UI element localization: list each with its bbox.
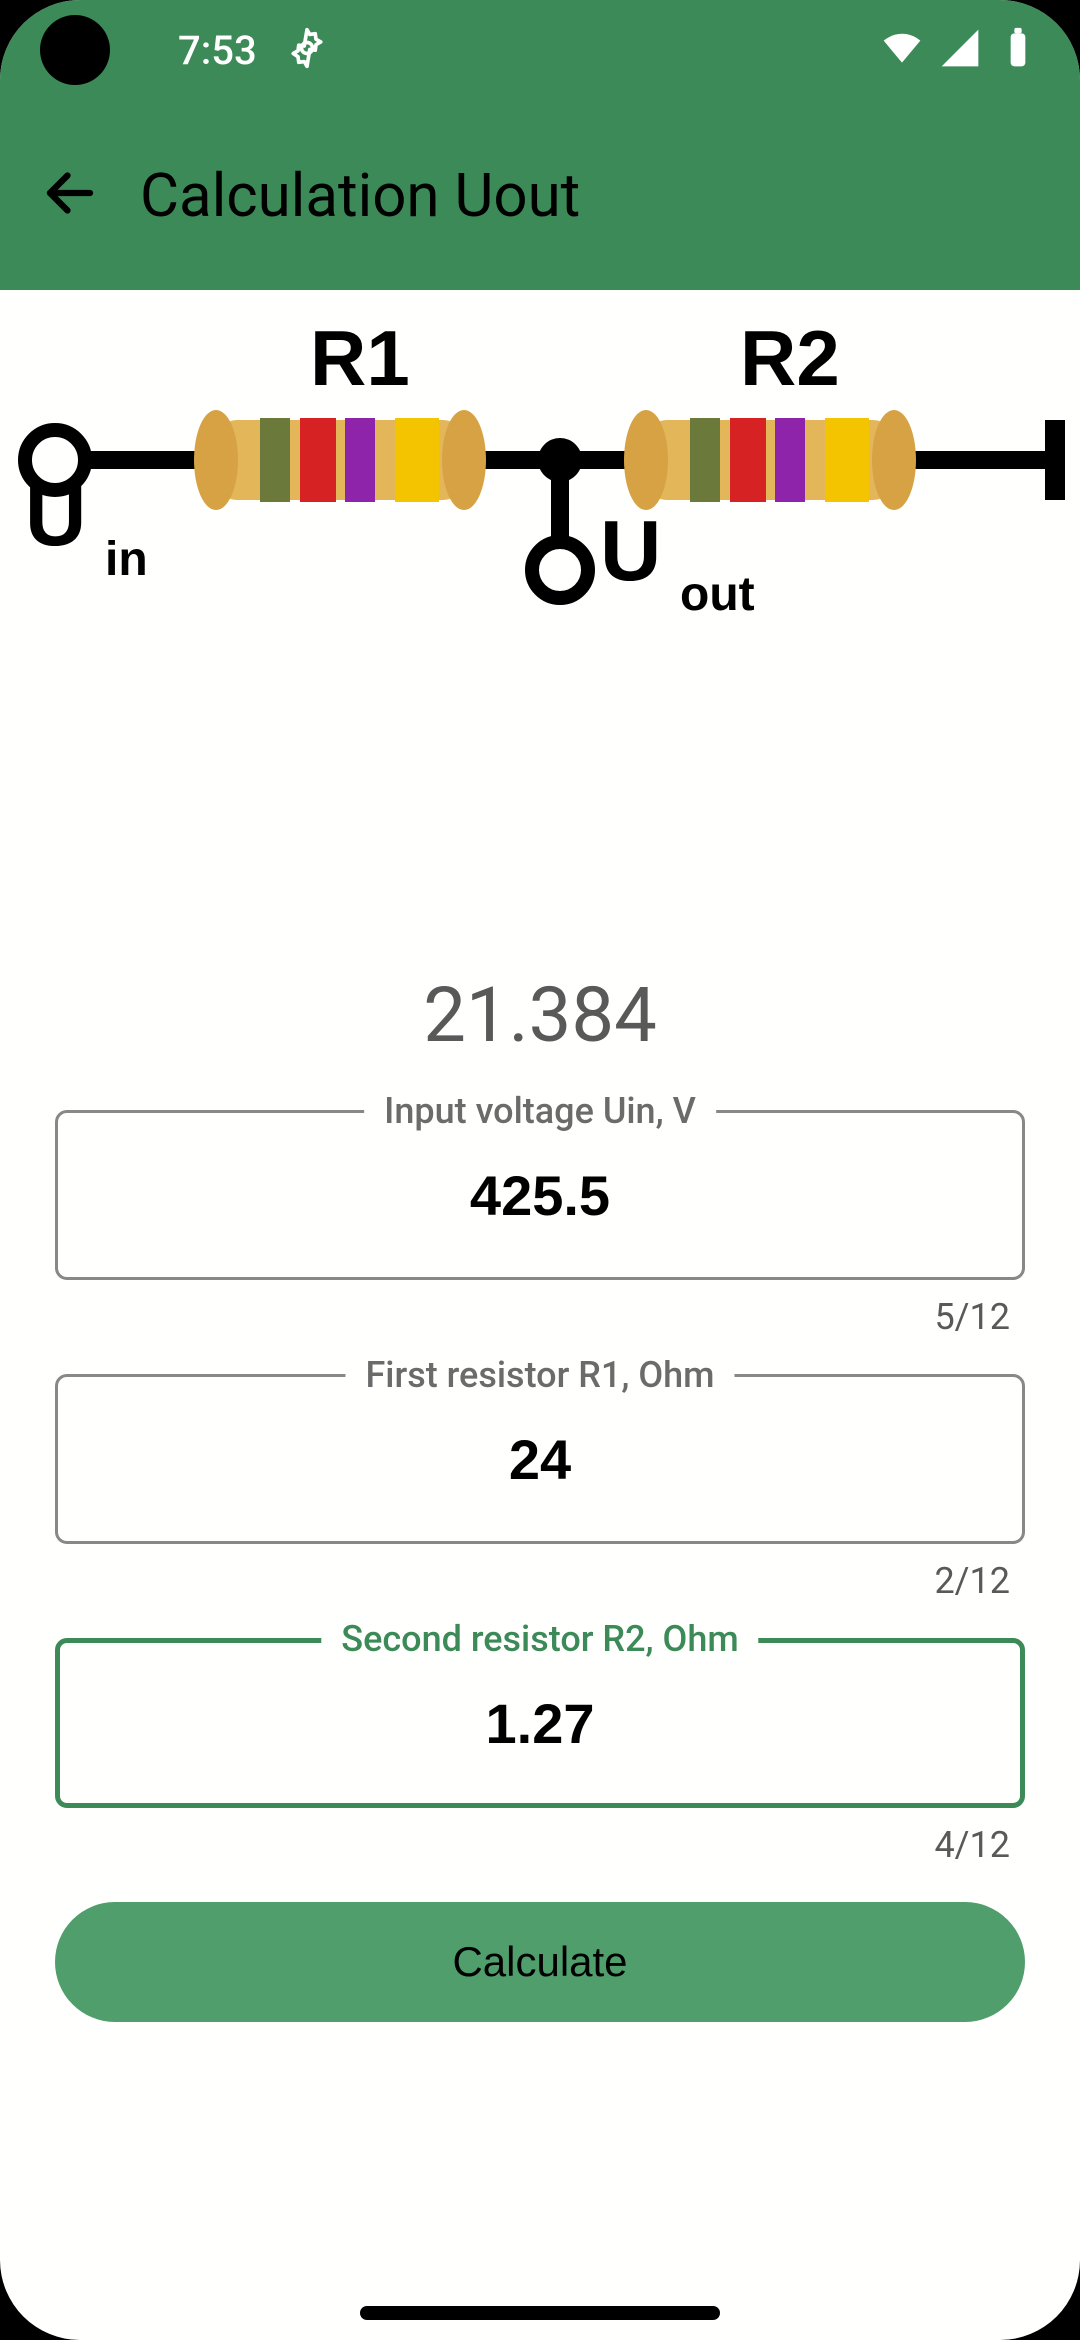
r2-field-box[interactable] <box>55 1638 1025 1808</box>
uin-counter: 5/12 <box>0 1296 1010 1338</box>
settings-gear-icon <box>285 26 329 74</box>
r1-counter: 2/12 <box>0 1560 1010 1602</box>
r2-input[interactable] <box>60 1691 1020 1756</box>
back-button[interactable] <box>30 155 110 235</box>
arrow-left-icon <box>40 163 100 227</box>
cellular-icon <box>938 26 982 74</box>
calculate-button-label: Calculate <box>452 1938 627 1986</box>
device-frame: 7:53 <box>0 0 1080 2340</box>
uout-u-label: U <box>600 504 661 599</box>
calculate-button[interactable]: Calculate <box>55 1902 1025 2022</box>
uout-sub-label: out <box>680 568 755 621</box>
r2-field-group: Second resistor R2, Ohm <box>55 1638 1025 1808</box>
spacer <box>0 670 1080 970</box>
battery-icon <box>996 26 1040 74</box>
r1-field-box[interactable] <box>55 1374 1025 1544</box>
uin-input[interactable] <box>58 1163 1022 1228</box>
status-bar: 7:53 <box>0 0 1080 100</box>
r2-label-text: Second resistor R2, Ohm <box>321 1618 758 1660</box>
uin-field-box[interactable] <box>55 1110 1025 1280</box>
uin-sub-label: in <box>105 533 148 586</box>
r2-counter: 4/12 <box>0 1824 1010 1866</box>
uin-field-group: Input voltage Uin, V <box>55 1110 1025 1280</box>
r1-label-text: First resistor R1, Ohm <box>345 1354 734 1396</box>
gesture-bar[interactable] <box>360 2306 720 2320</box>
r1-label: R1 <box>310 314 410 402</box>
wifi-icon <box>880 26 924 74</box>
content: R1 R2 U in U out 21.384 Input voltage Ui… <box>0 290 1080 2022</box>
status-time: 7:53 <box>178 27 257 74</box>
status-right <box>880 26 1040 74</box>
status-left: 7:53 <box>40 15 329 85</box>
uin-label: Input voltage Uin, V <box>364 1090 716 1132</box>
r1-input[interactable] <box>58 1427 1022 1492</box>
circuit-diagram: R1 R2 U in U out <box>0 290 1080 670</box>
r2-label: R2 <box>740 314 840 402</box>
uin-u-label: U <box>25 469 86 564</box>
r1-field-group: First resistor R1, Ohm <box>55 1374 1025 1544</box>
camera-hole <box>40 15 110 85</box>
app-bar: Calculation Uout <box>0 100 1080 290</box>
page-title: Calculation Uout <box>140 160 580 231</box>
result-value: 21.384 <box>0 970 1080 1060</box>
